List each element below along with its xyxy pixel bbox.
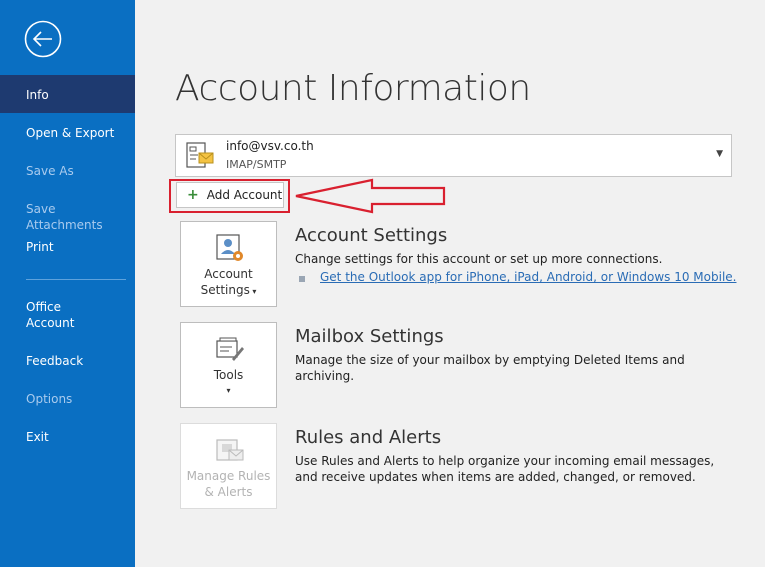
account-card-icon — [186, 142, 214, 168]
nav-print[interactable]: Print — [0, 239, 135, 255]
nav-save-as[interactable]: Save As — [0, 163, 135, 179]
rules-alerts-title: Rules and Alerts — [295, 427, 442, 448]
rules-alerts-icon — [216, 439, 244, 461]
account-settings-button[interactable]: Account Settings ▾ — [180, 221, 277, 307]
nav-save-attachments[interactable]: Save Attachments — [0, 201, 135, 233]
chevron-down-icon: ▾ — [226, 386, 231, 395]
page-title: Account Information — [175, 68, 531, 109]
rules-tile-line1: Manage Rules — [186, 469, 271, 483]
chevron-down-icon: ▼ — [716, 149, 723, 159]
mailbox-settings-title: Mailbox Settings — [295, 326, 444, 347]
nav-feedback[interactable]: Feedback — [0, 353, 135, 369]
account-settings-tile-line1: Account — [204, 267, 253, 281]
account-settings-icon — [216, 234, 243, 261]
account-settings-tile-line2: Settings ▾ — [181, 282, 276, 300]
bullet-icon — [299, 276, 305, 282]
outlook-app-link[interactable]: Get the Outlook app for iPhone, iPad, An… — [320, 270, 736, 284]
nav-office-account-label-line2: Account — [26, 316, 75, 330]
tools-icon — [216, 337, 244, 361]
annotation-highlight-box — [169, 179, 290, 213]
backstage-sidebar: Info Open & Export Save As Save Attachme… — [0, 0, 135, 567]
chevron-down-icon: ▾ — [249, 287, 257, 296]
account-selector[interactable]: info@vsv.co.th IMAP/SMTP ▼ — [175, 134, 732, 177]
back-button[interactable] — [24, 20, 62, 58]
account-email: info@vsv.co.th — [226, 139, 314, 153]
nav-save-as-label: Save As — [26, 164, 74, 178]
nav-info[interactable]: Info — [0, 75, 135, 113]
nav-options-label: Options — [26, 392, 73, 406]
manage-rules-alerts-button[interactable]: Manage Rules & Alerts — [180, 423, 277, 509]
tools-tile-label: Tools — [213, 368, 244, 382]
tools-button[interactable]: Tools ▾ — [180, 322, 277, 408]
mailbox-settings-description: Manage the size of your mailbox by empty… — [295, 353, 685, 383]
account-settings-title: Account Settings — [295, 225, 448, 246]
annotation-arrow-icon — [295, 178, 446, 214]
account-type: IMAP/SMTP — [226, 158, 287, 171]
nav-info-label: Info — [26, 88, 49, 102]
main-content: Account Information info@vsv.co.th IMAP/… — [135, 0, 765, 567]
nav-options[interactable]: Options — [0, 391, 135, 407]
nav-divider — [26, 279, 126, 280]
nav-feedback-label: Feedback — [26, 354, 84, 368]
nav-exit[interactable]: Exit — [0, 429, 135, 445]
nav-office-account[interactable]: Office Account — [0, 299, 135, 331]
nav-print-label: Print — [26, 240, 54, 254]
nav-open-export-label: Open & Export — [26, 126, 115, 140]
nav-open-export[interactable]: Open & Export — [0, 125, 135, 141]
rules-alerts-description: Use Rules and Alerts to help organize yo… — [295, 454, 715, 484]
rules-tile-line2: & Alerts — [204, 485, 253, 499]
nav-exit-label: Exit — [26, 430, 49, 444]
back-arrow-icon — [24, 20, 62, 58]
account-settings-description: Change settings for this account or set … — [295, 252, 663, 266]
nav-office-account-label-line1: Office — [26, 300, 62, 314]
account-settings-tile-label: Settings — [200, 283, 250, 297]
nav-save-attachments-label: Save Attachments — [26, 202, 103, 232]
